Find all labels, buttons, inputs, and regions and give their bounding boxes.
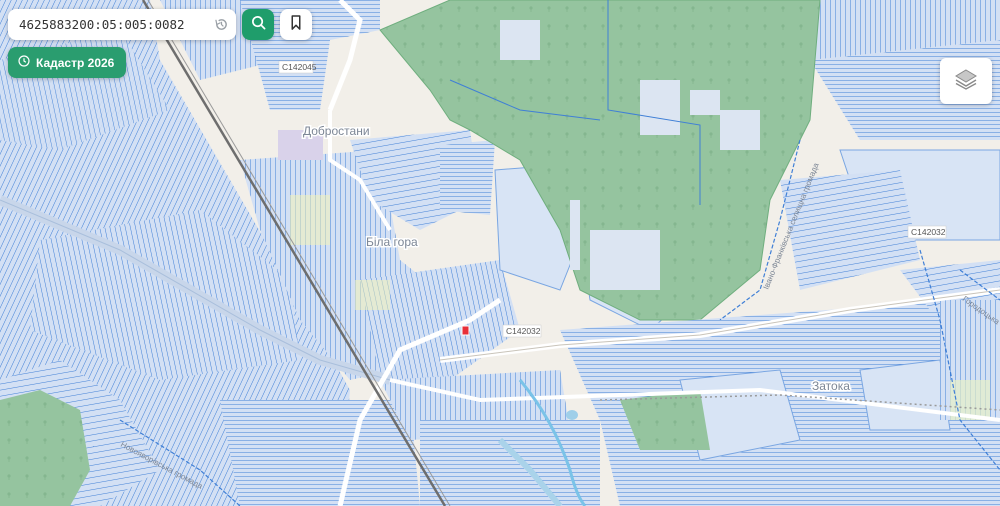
- layers-icon: [954, 67, 978, 95]
- place-label-zatoka: Затока: [812, 379, 850, 393]
- selected-parcel[interactable]: [461, 325, 470, 336]
- search-icon: [251, 15, 266, 34]
- bookmark-icon: [290, 15, 302, 34]
- cadastral-search-input[interactable]: [19, 17, 209, 32]
- search-button[interactable]: [242, 9, 274, 40]
- clock-icon: [18, 55, 30, 70]
- road-label-c142032-east: C142032: [907, 225, 947, 239]
- map-canvas[interactable]: Добростани Біла гора Затока C142045 C142…: [0, 0, 1000, 506]
- place-label-bila-hora: Біла гора: [366, 235, 418, 249]
- place-label-dobrostany: Добростани: [303, 124, 370, 138]
- kadastr-2026-label: Кадастр 2026: [36, 55, 115, 70]
- bookmark-button[interactable]: [280, 9, 312, 40]
- svg-text:C142032: C142032: [911, 227, 946, 237]
- road-label-c142032-center: C142032: [502, 324, 542, 338]
- road-label-c142045: C142045: [278, 60, 317, 74]
- svg-text:C142032: C142032: [506, 326, 541, 336]
- layers-button[interactable]: [940, 58, 992, 104]
- svg-text:C142045: C142045: [282, 62, 317, 72]
- search-box: [8, 9, 236, 40]
- kadastr-2026-button[interactable]: Кадастр 2026: [8, 47, 127, 78]
- history-icon[interactable]: [213, 16, 230, 33]
